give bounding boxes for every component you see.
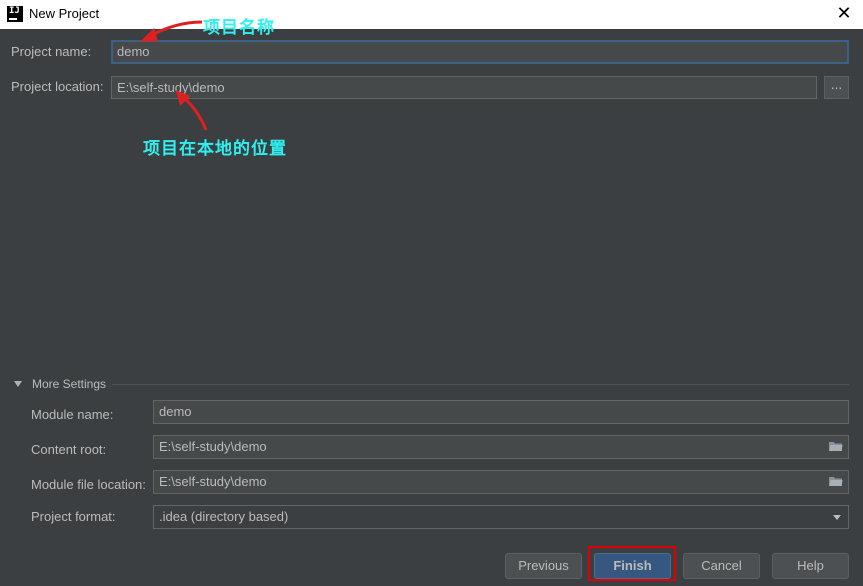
content-root-label: Content root: (31, 442, 107, 457)
module-file-location-label: Module file location: (31, 477, 146, 492)
project-location-label: Project location: (11, 79, 104, 94)
folder-icon[interactable] (829, 476, 843, 487)
content-root-input[interactable]: E:\self-study\demo (153, 435, 849, 459)
expand-triangle-icon[interactable] (14, 381, 22, 387)
browse-button[interactable]: ... (824, 76, 849, 99)
project-name-input[interactable]: demo (111, 40, 849, 64)
more-settings-header[interactable]: More Settings (32, 377, 106, 391)
name-annotation: 项目名称 (203, 18, 275, 38)
window-title: New Project (29, 6, 100, 21)
finish-button[interactable]: Finish (594, 553, 671, 579)
project-name-label: Project name: (11, 44, 92, 59)
help-button[interactable]: Help (772, 553, 849, 579)
close-icon[interactable]: ✕ (831, 3, 857, 25)
chevron-down-icon[interactable] (833, 515, 841, 520)
title-bar: IJ New Project ✕ (0, 0, 863, 29)
module-name-input[interactable]: demo (153, 400, 849, 424)
module-name-label: Module name: (31, 407, 114, 422)
module-file-location-input[interactable]: E:\self-study\demo (153, 470, 849, 494)
content-root-value: E:\self-study\demo (159, 439, 267, 454)
project-format-value: .idea (directory based) (159, 509, 289, 524)
name-annotation-arrow-icon (140, 20, 203, 42)
cancel-button[interactable]: Cancel (683, 553, 760, 579)
location-annotation: 项目在本地的位置 (143, 139, 287, 159)
project-format-select[interactable]: .idea (directory based) (153, 505, 849, 529)
folder-icon[interactable] (829, 441, 843, 452)
location-annotation-arrow-icon (176, 90, 208, 131)
project-format-label: Project format: (31, 509, 116, 524)
separator (112, 384, 849, 385)
previous-button[interactable]: Previous (505, 553, 582, 579)
module-file-location-value: E:\self-study\demo (159, 474, 267, 489)
intellij-icon: IJ (7, 6, 23, 22)
